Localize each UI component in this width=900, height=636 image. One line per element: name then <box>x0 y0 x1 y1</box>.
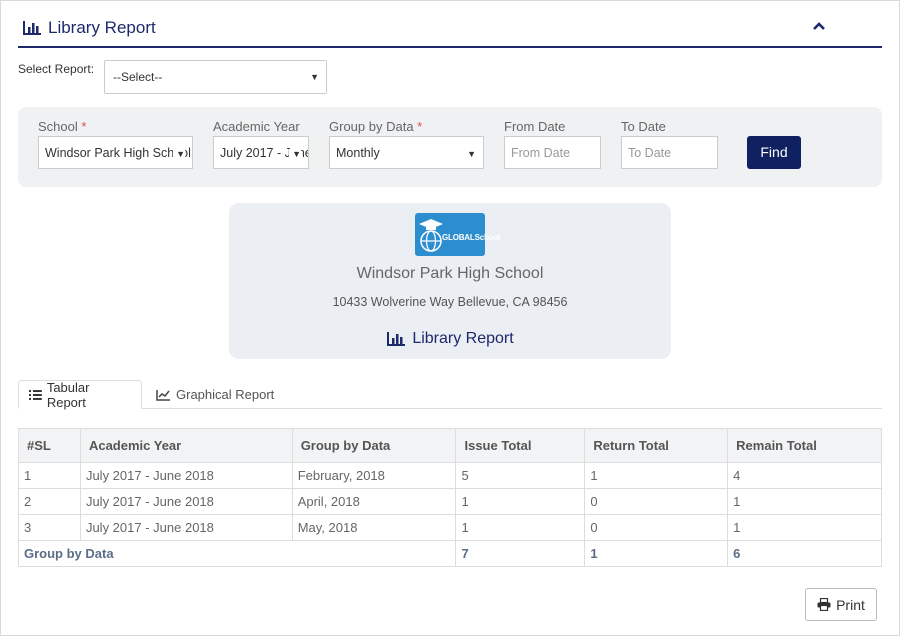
caret-down-icon: ▼ <box>289 149 301 159</box>
bar-chart-icon <box>23 21 41 35</box>
table-cell: 1 <box>584 462 729 489</box>
academic-year-label: Academic Year <box>213 119 300 134</box>
to-date-input[interactable]: To Date <box>621 136 718 169</box>
table-cell: May, 2018 <box>291 514 457 541</box>
table-cell: 1 <box>455 488 586 515</box>
tab-graphical-label: Graphical Report <box>176 387 275 402</box>
school-select[interactable]: Windsor Park High School ▼ <box>38 136 193 169</box>
card-report-title: Library Report <box>229 330 671 348</box>
school-logo: GLOBALSchool <box>415 213 500 256</box>
chevron-up-icon[interactable] <box>812 18 826 36</box>
column-header: Issue Total <box>455 428 586 463</box>
table-cell: 1 <box>727 514 882 541</box>
tab-tabular-report[interactable]: Tabular Report <box>18 379 142 410</box>
tab-graphical-report[interactable]: Graphical Report <box>146 380 284 409</box>
school-select-value: Windsor Park High School <box>45 146 191 160</box>
table-cell: February, 2018 <box>291 462 457 489</box>
page-title: Library Report <box>22 18 156 38</box>
total-return: 1 <box>584 540 729 567</box>
caret-down-icon: ▼ <box>467 149 476 159</box>
table-cell: 4 <box>727 462 882 489</box>
total-label: Group by Data <box>17 540 457 567</box>
table-row: 1 July 2017 - June 2018 February, 2018 5… <box>18 462 882 489</box>
filter-panel: School * Windsor Park High School ▼ Acad… <box>18 107 882 187</box>
table-cell: 0 <box>584 514 729 541</box>
card-report-title-text: Library Report <box>412 330 514 347</box>
print-label: Print <box>836 596 865 613</box>
academic-year-select[interactable]: July 2017 - June 2018 ▼ <box>213 136 309 169</box>
to-date-label: To Date <box>621 119 666 134</box>
total-issue: 7 <box>455 540 586 567</box>
tab-tabular-label: Tabular Report <box>46 379 90 410</box>
graduation-globe-icon <box>419 219 443 252</box>
group-by-select[interactable]: Monthly ▼ <box>329 136 484 169</box>
print-button[interactable]: Print <box>805 588 877 621</box>
column-header: Remain Total <box>727 428 882 463</box>
select-report-dropdown[interactable]: --Select-- ▼ <box>104 60 327 94</box>
column-header: Academic Year <box>79 428 293 463</box>
group-by-label: Group by Data * <box>329 119 423 134</box>
from-date-label: From Date <box>504 119 566 134</box>
logo-text: GLOBALSchool <box>442 233 501 242</box>
find-button[interactable]: Find <box>747 136 801 169</box>
table-cell: July 2017 - June 2018 <box>79 514 293 541</box>
from-date-input[interactable]: From Date <box>504 136 601 169</box>
page-title-text: Library Report <box>48 18 156 37</box>
school-address: 10433 Wolverine Way Bellevue, CA 98456 <box>332 295 568 309</box>
list-icon <box>29 389 42 400</box>
column-header: #SL <box>18 428 81 463</box>
table-cell: July 2017 - June 2018 <box>79 488 293 515</box>
line-chart-icon <box>156 389 170 401</box>
total-remain: 6 <box>727 540 882 567</box>
report-table: #SL Academic Year Group by Data Issue To… <box>17 428 882 567</box>
caret-down-icon: ▼ <box>173 149 185 159</box>
caret-down-icon: ▼ <box>310 72 319 82</box>
report-tabs: Tabular Report Graphical Report <box>18 379 882 410</box>
table-cell: 1 <box>727 488 882 515</box>
printer-icon <box>817 598 831 611</box>
column-header: Return Total <box>584 428 729 463</box>
column-header: Group by Data <box>291 428 457 463</box>
bar-chart-icon <box>387 332 406 346</box>
table-total-row: Group by Data 7 1 6 <box>17 540 882 567</box>
school-name: Windsor Park High School <box>356 265 544 282</box>
table-cell: 1 <box>455 514 586 541</box>
table-cell: 3 <box>18 514 81 541</box>
table-cell: 5 <box>455 462 586 489</box>
school-info-card: GLOBALSchool Windsor Park High School 10… <box>229 203 671 359</box>
table-row: 2 July 2017 - June 2018 April, 2018 1 0 … <box>18 488 882 515</box>
select-report-label: Select Report: <box>18 62 95 76</box>
table-cell: 1 <box>18 462 81 489</box>
select-report-value: --Select-- <box>113 70 163 84</box>
table-cell: July 2017 - June 2018 <box>79 462 293 489</box>
table-header-row: #SL Academic Year Group by Data Issue To… <box>18 428 882 463</box>
school-label: School * <box>38 119 87 134</box>
report-header: Library Report <box>18 14 882 48</box>
table-cell: 0 <box>584 488 729 515</box>
table-cell: 2 <box>18 488 81 515</box>
table-row: 3 July 2017 - June 2018 May, 2018 1 0 1 <box>18 514 882 541</box>
group-by-value: Monthly <box>336 146 380 160</box>
table-cell: April, 2018 <box>291 488 457 515</box>
